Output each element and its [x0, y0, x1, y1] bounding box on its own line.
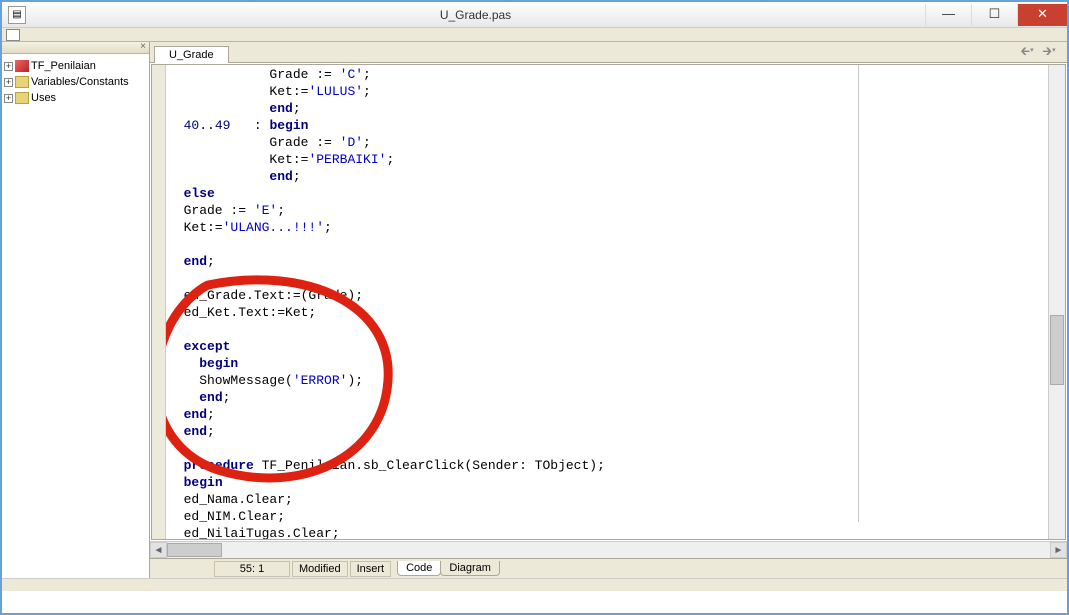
horizontal-scrollbar[interactable]: ◄ ►: [150, 541, 1067, 558]
status-blank: [152, 561, 212, 577]
status-insert-mode: Insert: [350, 561, 392, 577]
status-modified: Modified: [292, 561, 348, 577]
toolbar: [2, 28, 1067, 42]
expand-icon[interactable]: +: [4, 78, 13, 87]
hscroll-thumb[interactable]: [167, 543, 222, 557]
tree-item-label: Uses: [31, 90, 56, 106]
close-button[interactable]: ✕: [1017, 4, 1067, 26]
code-editor[interactable]: Grade := 'C'; Ket:='LULUS'; end; 40..49 …: [166, 65, 1048, 539]
hscroll-right-button[interactable]: ►: [1050, 542, 1067, 558]
expand-icon[interactable]: +: [4, 62, 13, 71]
structure-tree[interactable]: + TF_Penilaian + Variables/Constants + Uses: [2, 54, 149, 110]
folder-icon: [15, 92, 29, 104]
vscroll-thumb[interactable]: [1050, 315, 1064, 385]
nav-forward-button[interactable]: 🡲▾: [1039, 44, 1059, 60]
hscroll-left-button[interactable]: ◄: [150, 542, 167, 558]
tree-item[interactable]: + Uses: [4, 90, 147, 106]
tree-item[interactable]: + Variables/Constants: [4, 74, 147, 90]
panel-close-icon[interactable]: ×: [140, 41, 146, 52]
vertical-scrollbar[interactable]: [1048, 65, 1065, 539]
titlebar: ▤ U_Grade.pas — ☐ ✕: [2, 0, 1067, 28]
window-title: U_Grade.pas: [26, 8, 925, 22]
minimize-button[interactable]: —: [925, 4, 971, 26]
status-position: 55: 1: [214, 561, 290, 577]
system-menu-icon[interactable]: ▤: [8, 6, 26, 24]
maximize-button[interactable]: ☐: [971, 4, 1017, 26]
tree-item[interactable]: + TF_Penilaian: [4, 58, 147, 74]
tab-u-grade[interactable]: U_Grade: [154, 46, 229, 63]
right-margin-line: [858, 65, 859, 522]
form-icon: [15, 60, 29, 72]
folder-icon: [15, 76, 29, 88]
bottom-bar: [2, 578, 1067, 591]
tab-diagram[interactable]: Diagram: [440, 561, 500, 576]
toolbar-icon[interactable]: [6, 29, 20, 41]
gutter: [152, 65, 166, 539]
tree-item-label: TF_Penilaian: [31, 58, 96, 74]
status-bar: 55: 1 Modified Insert Code Diagram: [150, 558, 1067, 578]
editor-tabs: U_Grade 🡰▾ 🡲▾: [150, 42, 1067, 63]
structure-panel: × + TF_Penilaian + Variables/Constants + Uses: [2, 42, 150, 578]
tab-code[interactable]: Code: [397, 561, 441, 576]
tree-item-label: Variables/Constants: [31, 74, 129, 90]
nav-back-button[interactable]: 🡰▾: [1017, 44, 1037, 60]
panel-header: ×: [2, 42, 149, 54]
expand-icon[interactable]: +: [4, 94, 13, 103]
